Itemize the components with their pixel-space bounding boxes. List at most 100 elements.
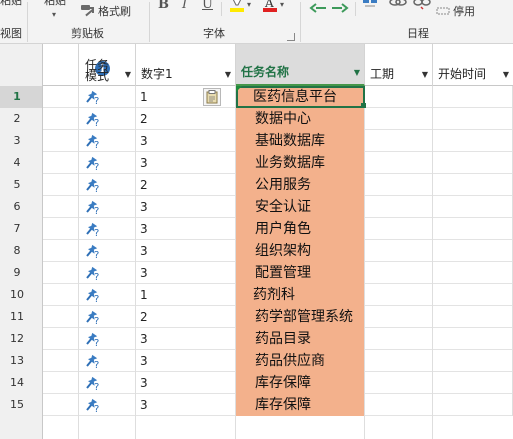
start-cell[interactable]	[433, 196, 513, 218]
start-cell[interactable]	[433, 372, 513, 394]
table-row[interactable]: 11? 2 药学部管理系统	[0, 306, 513, 328]
duration-cell[interactable]	[365, 86, 433, 108]
row-id[interactable]: 2	[0, 108, 43, 130]
underline-button[interactable]: U	[202, 0, 213, 12]
row-id[interactable]: 13	[0, 350, 43, 372]
number1-cell[interactable]: 3	[136, 218, 236, 240]
unlink-tasks-icon[interactable]	[413, 0, 431, 13]
chevron-down-icon[interactable]: ▼	[354, 68, 360, 77]
table-row[interactable]: 5? 2 公用服务	[0, 174, 513, 196]
row-id[interactable]: 14	[0, 372, 43, 394]
column-header-number1[interactable]: 数字1 ▼	[136, 44, 236, 86]
table-row[interactable]: 8? 3 组织架构	[0, 240, 513, 262]
duration-cell[interactable]	[365, 196, 433, 218]
duration-cell[interactable]	[365, 108, 433, 130]
task-mode-cell[interactable]: ?	[79, 196, 136, 218]
number1-cell[interactable]: 1	[136, 86, 236, 108]
paste-dropdown-icon[interactable]: ▾	[52, 8, 56, 22]
indicator-cell[interactable]	[43, 196, 79, 218]
task-name-cell[interactable]: 安全认证	[236, 196, 365, 218]
row-id[interactable]: 1	[0, 86, 43, 108]
indicator-cell[interactable]	[43, 86, 79, 108]
font-color-dropdown-icon[interactable]: ▾	[280, 0, 284, 12]
table-row[interactable]: 15? 3 库存保障	[0, 394, 513, 416]
start-cell[interactable]	[433, 218, 513, 240]
task-mode-cell[interactable]: ?	[79, 240, 136, 262]
start-cell[interactable]	[433, 240, 513, 262]
start-cell[interactable]	[433, 86, 513, 108]
task-name-cell[interactable]: 配置管理	[236, 262, 365, 284]
indent-icon[interactable]	[330, 2, 350, 17]
task-mode-cell[interactable]: ?	[79, 262, 136, 284]
link-tasks-icon[interactable]	[389, 0, 407, 13]
task-mode-cell[interactable]: ?	[79, 174, 136, 196]
task-name-cell[interactable]: 业务数据库	[236, 152, 365, 174]
number1-cell[interactable]: 3	[136, 328, 236, 350]
number1-cell[interactable]: 3	[136, 130, 236, 152]
task-mode-cell[interactable]: ?	[79, 372, 136, 394]
column-header-duration[interactable]: 工期 ▼	[365, 44, 433, 86]
table-row[interactable]: 14? 3 库存保障	[0, 372, 513, 394]
number1-cell[interactable]: 3	[136, 372, 236, 394]
start-cell[interactable]	[433, 328, 513, 350]
row-id[interactable]: 12	[0, 328, 43, 350]
start-cell[interactable]	[433, 174, 513, 196]
indicator-cell[interactable]	[43, 130, 79, 152]
table-row[interactable]: 3? 3 基础数据库	[0, 130, 513, 152]
duration-cell[interactable]	[365, 262, 433, 284]
row-id[interactable]: 9	[0, 262, 43, 284]
row-id[interactable]: 8	[0, 240, 43, 262]
task-name-cell[interactable]: 用户角色	[236, 218, 365, 240]
indicator-cell[interactable]	[43, 152, 79, 174]
start-cell[interactable]	[433, 350, 513, 372]
duration-cell[interactable]	[365, 328, 433, 350]
font-dialog-launcher-icon[interactable]	[287, 33, 295, 41]
table-row[interactable]: 13? 3 药品供应商	[0, 350, 513, 372]
empty-grid-area[interactable]	[0, 416, 513, 439]
duration-cell[interactable]	[365, 350, 433, 372]
duration-cell[interactable]	[365, 306, 433, 328]
column-header-indicators[interactable]: i	[43, 44, 110, 86]
italic-button[interactable]: I	[182, 0, 187, 12]
start-cell[interactable]	[433, 152, 513, 174]
number1-cell[interactable]: 1	[136, 284, 236, 306]
row-id[interactable]: 11	[0, 306, 43, 328]
start-cell[interactable]	[433, 108, 513, 130]
start-cell[interactable]	[433, 130, 513, 152]
number1-cell[interactable]: 3	[136, 262, 236, 284]
fill-handle[interactable]	[361, 103, 366, 108]
table-row[interactable]: 4? 3 业务数据库	[0, 152, 513, 174]
column-header-task-name[interactable]: 任务名称 ▼	[236, 44, 365, 86]
indicator-cell[interactable]	[43, 240, 79, 262]
chevron-down-icon[interactable]: ▼	[125, 70, 131, 79]
number1-cell[interactable]: 2	[136, 174, 236, 196]
split-task-icon[interactable]	[362, 0, 378, 15]
duration-cell[interactable]	[365, 218, 433, 240]
task-mode-cell[interactable]: ?	[79, 218, 136, 240]
row-id[interactable]: 15	[0, 394, 43, 416]
row-id[interactable]: 10	[0, 284, 43, 306]
task-name-cell[interactable]: 库存保障	[236, 372, 365, 394]
indicator-cell[interactable]	[43, 306, 79, 328]
indicator-cell[interactable]	[43, 328, 79, 350]
paste-options-icon[interactable]	[203, 88, 221, 106]
task-mode-cell[interactable]: ?	[79, 306, 136, 328]
row-id[interactable]: 6	[0, 196, 43, 218]
start-cell[interactable]	[433, 306, 513, 328]
duration-cell[interactable]	[365, 394, 433, 416]
table-row[interactable]: 6? 3 安全认证	[0, 196, 513, 218]
ribbon-partial-paste-label[interactable]: 粘贴	[0, 0, 22, 8]
table-row[interactable]: 10? 1 药剂科	[0, 284, 513, 306]
number1-cell[interactable]: 2	[136, 108, 236, 130]
task-name-cell[interactable]: 药品供应商	[236, 350, 365, 372]
task-name-cell[interactable]: 库存保障	[236, 394, 365, 416]
task-mode-cell[interactable]: ?	[79, 350, 136, 372]
paste-label[interactable]: 粘贴	[44, 0, 66, 8]
task-name-cell[interactable]: 药品目录	[236, 328, 365, 350]
task-mode-cell[interactable]: ?	[79, 86, 136, 108]
deactivate-button[interactable]: 停用	[453, 5, 475, 19]
row-id[interactable]: 5	[0, 174, 43, 196]
task-name-cell[interactable]: 数据中心	[236, 108, 365, 130]
table-row[interactable]: 12? 3 药品目录	[0, 328, 513, 350]
indicator-cell[interactable]	[43, 284, 79, 306]
